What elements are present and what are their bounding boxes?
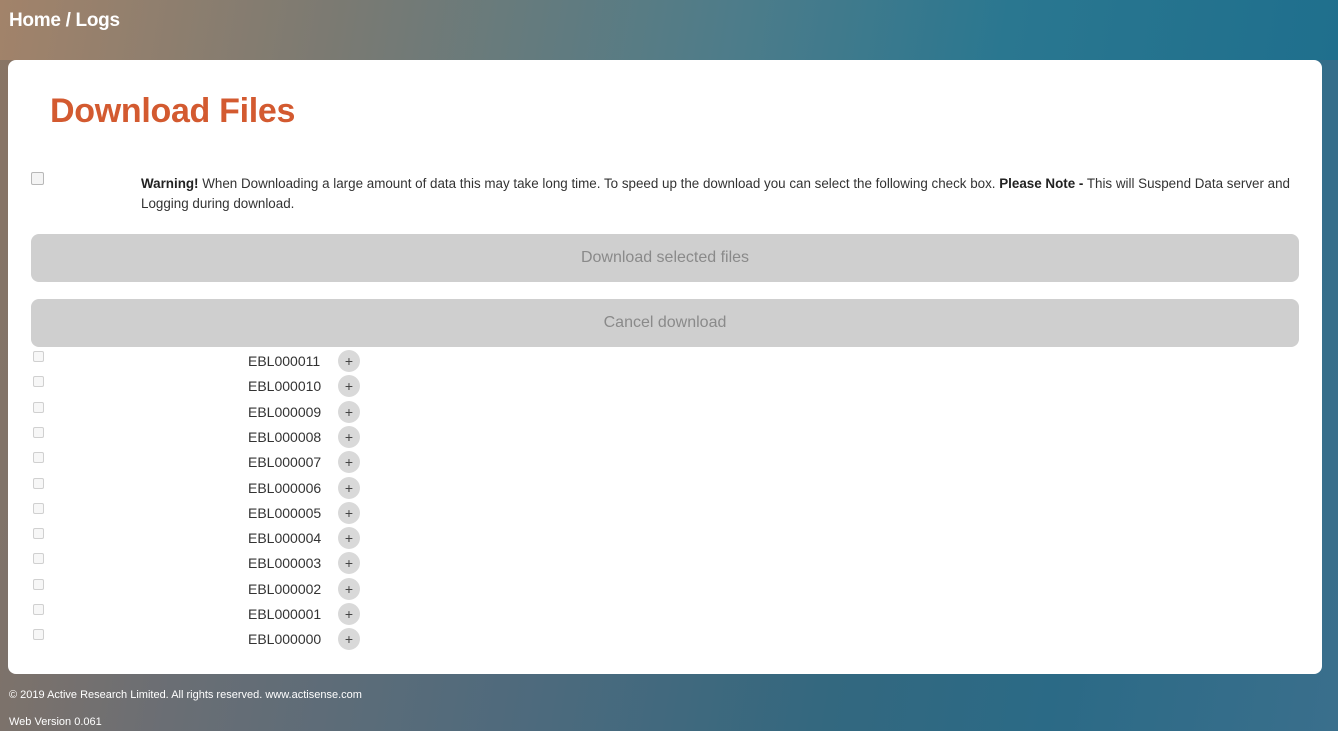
file-row: EBL000000 + [8,628,408,653]
file-name: EBL000007 [248,454,322,471]
file-checkbox[interactable] [33,502,44,514]
warning-label: Warning! [141,176,199,191]
file-checkbox[interactable] [33,629,44,641]
warning-message: Warning! When Downloading a large amount… [141,174,1301,214]
breadcrumb-separator: / [60,10,76,31]
file-checkbox[interactable] [33,578,44,590]
file-row: EBL000005 + [8,501,408,527]
file-name: EBL000009 [248,403,322,420]
expand-plus-icon[interactable]: + [338,603,360,625]
suspend-server-checkbox[interactable] [31,172,44,185]
page-title: Download Files [50,92,296,130]
expand-plus-icon[interactable]: + [338,552,360,575]
file-row: EBL000010 + [8,375,408,400]
file-row: EBL000001 + [8,603,408,628]
file-row: EBL000009 + [8,400,408,426]
note-label: Please Note - [999,176,1084,191]
file-row: EBL000007 + [8,451,408,476]
file-name: EBL000008 [248,428,322,445]
main-panel: Download Files Warning! When Downloading… [8,60,1322,674]
file-checkbox[interactable] [33,426,44,438]
breadcrumb: Home / Logs [9,10,120,32]
expand-plus-icon[interactable]: + [338,628,360,651]
file-row: EBL000004 + [8,527,408,552]
expand-plus-icon[interactable]: + [338,577,360,600]
file-checkbox[interactable] [33,401,44,413]
file-name: EBL000003 [248,555,322,572]
file-checkbox[interactable] [33,528,44,540]
expand-plus-icon[interactable]: + [338,451,360,474]
cancel-download-button[interactable]: Cancel download [31,299,1299,347]
file-checkbox[interactable] [33,604,44,615]
file-name: EBL000005 [248,504,322,521]
expand-plus-icon[interactable]: + [338,501,360,524]
breadcrumb-current: Logs [75,10,120,31]
file-checkbox[interactable] [33,376,44,388]
file-name: EBL000006 [248,479,322,496]
file-checkbox[interactable] [33,477,44,489]
file-row: EBL000002 + [8,577,408,603]
warning-text: When Downloading a large amount of data … [198,176,1000,191]
breadcrumb-home[interactable]: Home [9,10,61,32]
expand-plus-icon[interactable]: + [338,400,360,423]
file-row: EBL000008 + [8,425,408,451]
footer-copyright: © 2019 Active Research Limited. All righ… [9,689,362,701]
download-selected-button[interactable]: Download selected files [31,234,1299,282]
footer-version: Web Version 0.061 [9,716,102,728]
expand-plus-icon[interactable]: + [338,527,360,550]
expand-plus-icon[interactable]: + [338,350,360,372]
expand-plus-icon[interactable]: + [338,375,360,398]
file-name: EBL000011 [248,353,321,369]
file-name: EBL000001 [248,606,322,622]
file-checkbox[interactable] [33,553,44,565]
file-row: EBL000003 + [8,552,408,577]
expand-plus-icon[interactable]: + [338,476,360,499]
file-row: EBL000011 + [8,350,408,375]
file-name: EBL000002 [248,580,322,597]
file-name: EBL000000 [248,631,322,648]
file-name: EBL000010 [248,378,322,395]
file-checkbox[interactable] [33,452,44,464]
header-background [0,0,1338,60]
file-name: EBL000004 [248,530,322,547]
expand-plus-icon[interactable]: + [338,425,360,448]
file-row: EBL000006 + [8,476,408,502]
file-checkbox[interactable] [33,351,44,362]
